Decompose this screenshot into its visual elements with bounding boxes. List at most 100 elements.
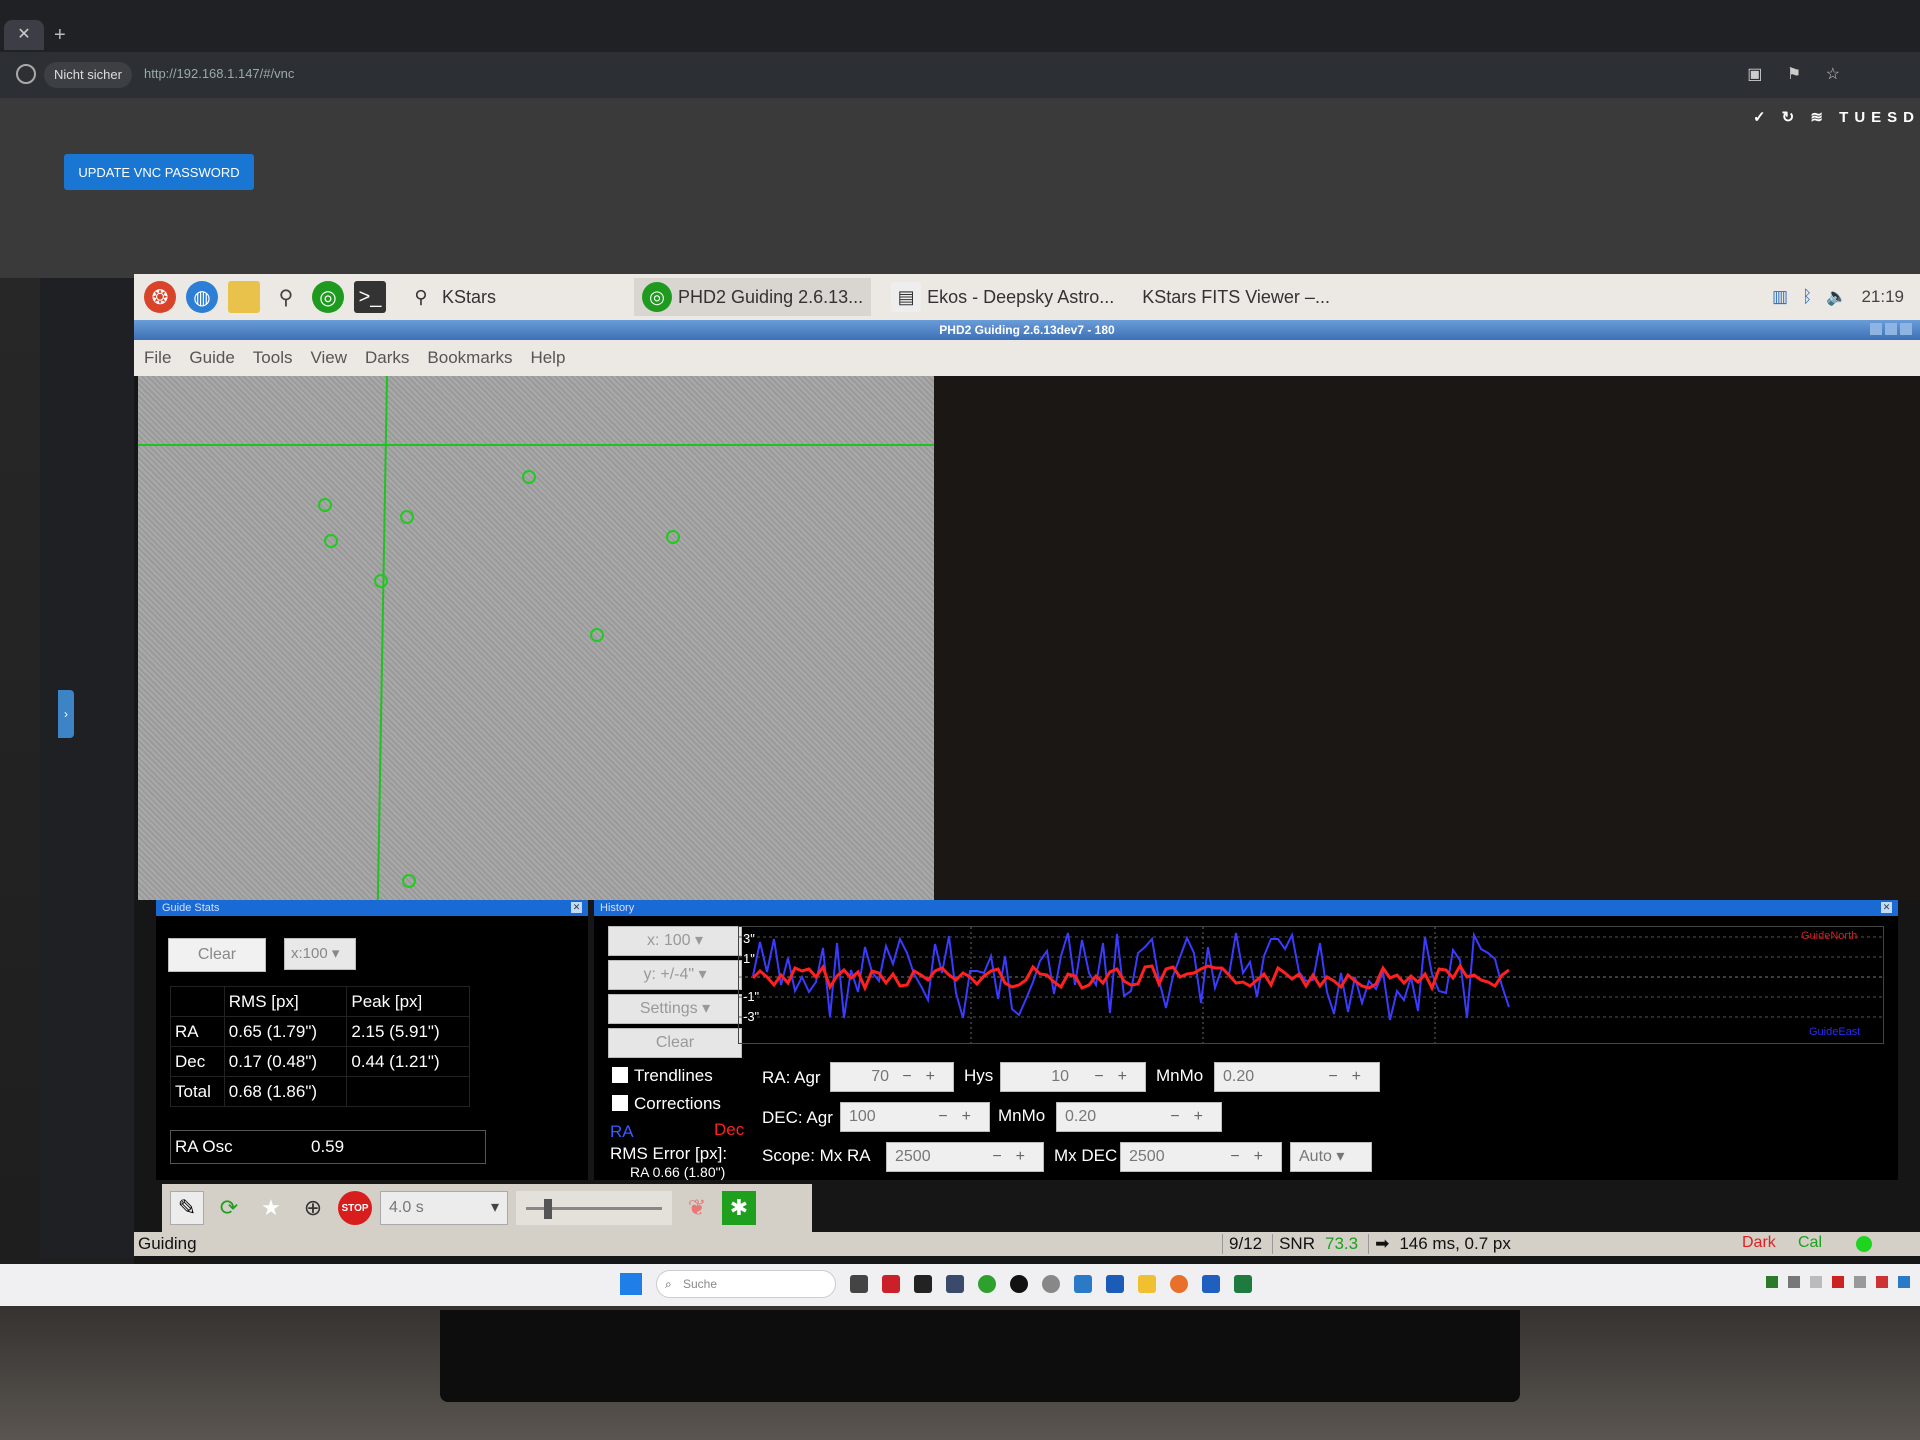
dec-mnmo-spinner[interactable]: 0.20 −+ [1056,1102,1222,1132]
app-icon[interactable] [1074,1275,1092,1293]
guide-star-marker[interactable] [590,628,604,642]
history-graph[interactable]: 3" 1" -1" -3" GuideNorth GuideEast [738,926,1884,1044]
close-button[interactable] [1900,323,1912,335]
manual-guide-icon[interactable]: ✱ [722,1191,756,1225]
stats-scale-select[interactable]: x:100 ▾ [284,938,356,970]
guide-star-marker[interactable] [402,874,416,888]
tray-icon[interactable] [1898,1276,1910,1288]
tray-icon[interactable] [1876,1276,1888,1288]
outlook-icon[interactable] [1106,1275,1124,1293]
word-icon[interactable] [1202,1275,1220,1293]
pdf-app-icon[interactable] [882,1275,900,1293]
checkbox-box[interactable] [612,1095,628,1111]
spinner-buttons[interactable]: −+ [1328,1063,1375,1091]
task-fits-viewer[interactable]: KStars FITS Viewer –... [1134,278,1338,316]
tray-icon[interactable] [1810,1276,1822,1288]
raspberry-menu-icon[interactable]: ❂ [144,281,176,313]
camera-frame[interactable] [138,376,934,900]
browser-tab-close[interactable]: ✕ [4,20,44,50]
loop-pencil-icon[interactable]: ✎ [170,1191,204,1225]
maximize-button[interactable] [1885,323,1897,335]
address-bar-icons[interactable]: ▣ ⚑ ☆ [1747,64,1850,84]
y-scale-select[interactable]: y: +/-4" ▾ [608,960,742,990]
settings-select[interactable]: Settings ▾ [608,994,742,1024]
site-info-icon[interactable] [16,64,36,84]
url-text[interactable]: http://192.168.1.147/#/vnc [144,66,294,81]
mx-ra-spinner[interactable]: 2500 −+ [886,1142,1044,1172]
guide-star-marker[interactable] [374,574,388,588]
windows-start-icon[interactable] [620,1273,642,1295]
settings-icon[interactable] [1042,1275,1060,1293]
guide-star-marker[interactable] [400,510,414,524]
spinner-buttons[interactable]: −+ [1170,1103,1217,1131]
auto-select-star-icon[interactable]: ★ [254,1191,288,1225]
taskbar-search[interactable]: Suche [656,1270,836,1298]
tray-icon[interactable] [1766,1276,1778,1288]
spinner-buttons[interactable]: −+ [992,1143,1039,1171]
spinner-buttons[interactable]: −+ [1094,1063,1141,1091]
app-icon[interactable] [978,1275,996,1293]
app-icon[interactable] [946,1275,964,1293]
close-icon[interactable]: ✕ [1881,902,1892,913]
menu-file[interactable]: File [144,348,171,368]
spinner-buttons[interactable]: −+ [938,1103,985,1131]
close-icon[interactable]: ✕ [571,902,582,913]
update-vnc-password-button[interactable]: UPDATE VNC PASSWORD [64,154,254,190]
task-phd2[interactable]: ◎ PHD2 Guiding 2.6.13... [634,278,872,316]
spinner-buttons[interactable]: −+ [902,1063,949,1091]
menu-tools[interactable]: Tools [253,348,293,368]
task-kstars[interactable]: ⚲ KStars [398,278,504,316]
spinner-buttons[interactable]: −+ [1230,1143,1277,1171]
task-view-icon[interactable] [850,1275,868,1293]
menu-view[interactable]: View [310,348,347,368]
vnc-sidebar-handle[interactable]: › [58,690,74,738]
hys-spinner[interactable]: 10 −+ [1000,1062,1146,1092]
corrections-checkbox[interactable]: Corrections [612,1094,721,1114]
security-warning[interactable]: Nicht sicher [44,62,132,88]
phd2-launcher-icon[interactable]: ◎ [312,281,344,313]
telescope-icon[interactable]: ⚲ [270,281,302,313]
stop-icon[interactable]: STOP [338,1191,372,1225]
menu-guide[interactable]: Guide [189,348,234,368]
tray-icon[interactable] [1854,1276,1866,1288]
guide-star-marker[interactable] [324,534,338,548]
ra-agr-spinner[interactable]: 70 −+ [830,1062,954,1092]
window-title-bar[interactable]: PHD2 Guiding 2.6.13dev7 - 180 [134,320,1920,340]
guide-star-marker[interactable] [666,530,680,544]
tray-icon[interactable] [1832,1276,1844,1288]
ra-mnmo-spinner[interactable]: 0.20 −+ [1214,1062,1380,1092]
exposure-select[interactable]: 4.0 s [380,1191,508,1225]
loop-exposures-icon[interactable]: ⟳ [212,1191,246,1225]
excel-icon[interactable] [1234,1275,1252,1293]
guide-star-marker[interactable] [522,470,536,484]
file-manager-icon[interactable] [228,281,260,313]
volume-icon[interactable]: 🔈 [1826,287,1847,307]
history-clear-button[interactable]: Clear [608,1028,742,1058]
menu-darks[interactable]: Darks [365,348,409,368]
mx-dec-spinner[interactable]: 2500 −+ [1120,1142,1282,1172]
mode-select[interactable]: Auto ▾ [1290,1142,1372,1172]
network-monitor-icon[interactable]: ▥ [1772,287,1788,307]
guide-crosshair-icon[interactable]: ⊕ [296,1191,330,1225]
gamma-slider[interactable] [516,1191,672,1225]
menu-help[interactable]: Help [530,348,565,368]
task-ekos[interactable]: ▤ Ekos - Deepsky Astro... [883,278,1122,316]
app-icon[interactable] [914,1275,932,1293]
browser-icon[interactable]: ◍ [186,281,218,313]
trendlines-checkbox[interactable]: Trendlines [612,1066,713,1086]
checkbox-box[interactable] [612,1067,628,1083]
menu-bookmarks[interactable]: Bookmarks [427,348,512,368]
app-icon[interactable] [1010,1275,1028,1293]
guide-star-marker[interactable] [318,498,332,512]
brain-settings-icon[interactable]: ❦ [680,1191,714,1225]
terminal-icon[interactable]: >_ [354,281,386,313]
x-scale-select[interactable]: x: 100 ▾ [608,926,742,956]
bluetooth-icon[interactable]: ᛒ [1802,287,1812,307]
firefox-icon[interactable] [1170,1275,1188,1293]
stats-clear-button[interactable]: Clear [168,938,266,972]
new-tab-icon[interactable]: + [54,24,66,47]
minimize-button[interactable] [1870,323,1882,335]
tray-icon[interactable] [1788,1276,1800,1288]
dec-agr-spinner[interactable]: 100 −+ [840,1102,990,1132]
explorer-icon[interactable] [1138,1275,1156,1293]
